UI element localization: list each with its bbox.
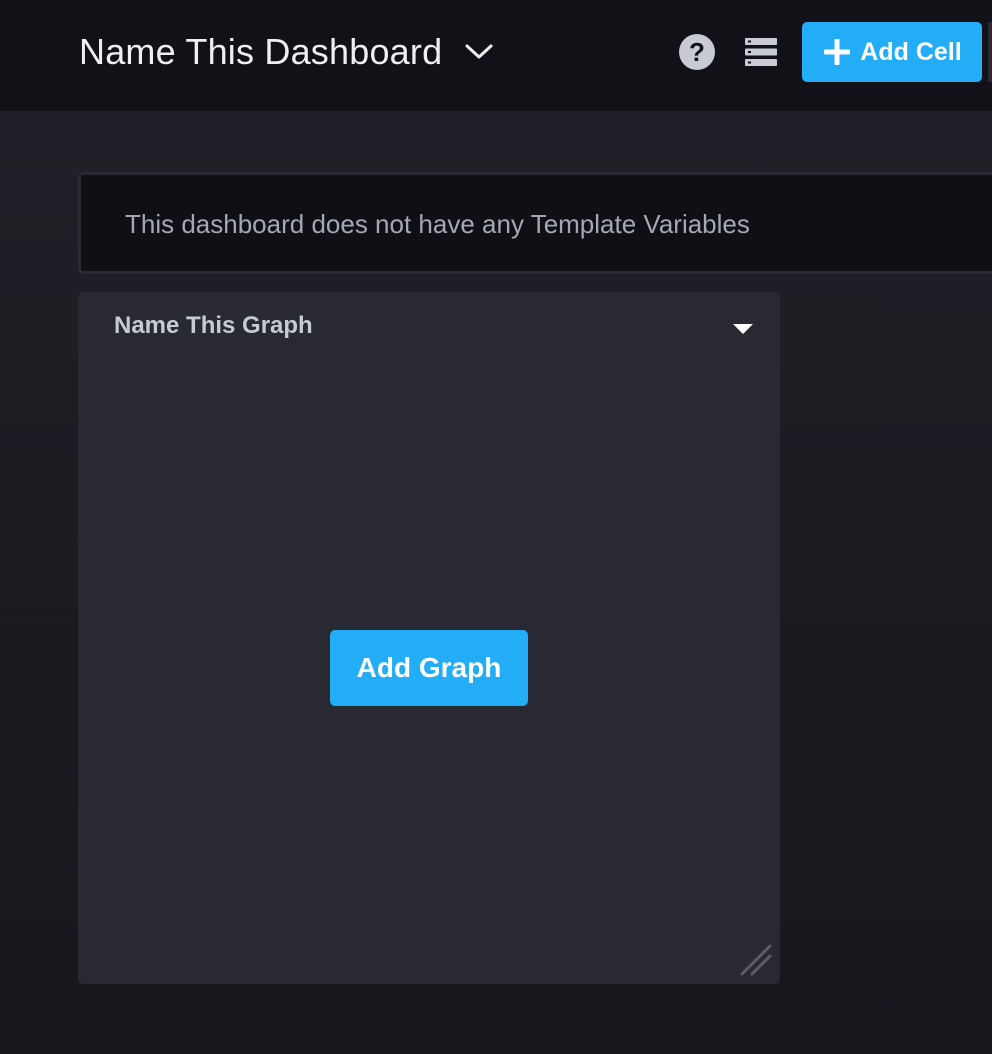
template-variables-icon[interactable] bbox=[744, 37, 778, 67]
plus-icon bbox=[824, 39, 851, 65]
add-cell-label: Add Cell bbox=[860, 37, 962, 66]
resize-handle-icon[interactable] bbox=[738, 942, 774, 978]
dashboard-name-dropdown[interactable]: Name This Dashboard bbox=[79, 31, 494, 73]
template-variables-empty-message: This dashboard does not have any Templat… bbox=[125, 209, 750, 239]
dashboard-name[interactable]: Name This Dashboard bbox=[79, 31, 442, 73]
cell-title[interactable]: Name This Graph bbox=[114, 312, 313, 340]
caret-down-icon[interactable] bbox=[732, 322, 754, 336]
template-variables-bar: This dashboard does not have any Templat… bbox=[78, 172, 992, 274]
add-cell-button[interactable]: Add Cell bbox=[802, 22, 982, 82]
top-bar: Name This Dashboard ? Add Cell bbox=[0, 0, 992, 111]
dashboard-cell[interactable]: Name This Graph Add Graph bbox=[78, 292, 780, 984]
chevron-down-icon[interactable] bbox=[464, 43, 494, 61]
help-icon-glyph: ? bbox=[689, 36, 705, 67]
add-graph-button[interactable]: Add Graph bbox=[330, 630, 528, 706]
help-icon[interactable]: ? bbox=[679, 34, 715, 70]
overflow-button-edge[interactable] bbox=[988, 22, 992, 82]
add-graph-label: Add Graph bbox=[356, 652, 502, 683]
